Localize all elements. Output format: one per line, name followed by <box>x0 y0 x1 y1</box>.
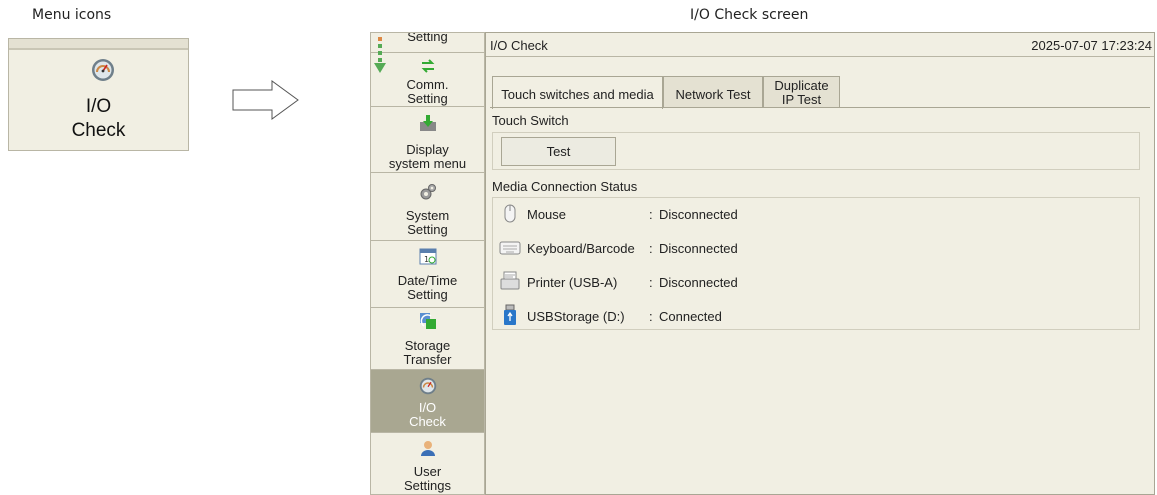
sidebar-item-system-setting[interactable]: System Setting <box>371 173 484 241</box>
transfer-icon <box>420 313 436 329</box>
sidebar-item-display-system-menu[interactable]: Display system menu <box>371 107 484 173</box>
media-colon: : <box>649 275 653 290</box>
media-name: USBStorage (D:) <box>527 309 625 324</box>
calendar-icon: 1 <box>419 248 437 265</box>
sidebar-item-label: Date/Time <box>397 273 458 288</box>
sidebar-item-label: Setting <box>407 91 448 106</box>
tab-label: IP Test <box>781 92 822 107</box>
tab-network-test[interactable]: Network Test <box>663 76 763 107</box>
sidebar-item-label: System <box>405 208 450 223</box>
gauge-icon <box>419 377 437 395</box>
media-status: Connected <box>659 309 722 324</box>
media-colon: : <box>649 309 653 324</box>
media-colon: : <box>649 241 653 256</box>
media-status: Disconnected <box>659 241 738 256</box>
window-title-bar: I/O Check 2025-07-07 17:23:24 <box>486 33 1154 57</box>
sidebar-menu: Setting Comm. Setting Display system men… <box>370 32 485 495</box>
sidebar-item-label: Storage <box>404 338 451 353</box>
media-status: Disconnected <box>659 207 738 222</box>
menu-icon-label-line2: Check <box>71 120 126 141</box>
sidebar-item-comm-setting[interactable]: Comm. Setting <box>371 53 484 107</box>
sidebar-item-label: User <box>413 464 442 479</box>
sidebar-item-label: Comm. <box>406 77 449 92</box>
media-row-mouse: Mouse : Disconnected <box>499 202 799 226</box>
menu-icon-top-strip <box>9 39 188 50</box>
sidebar-item-label: system menu <box>388 156 467 171</box>
caption-io-check-screen: I/O Check screen <box>690 7 809 23</box>
sidebar-item-label: Setting <box>407 222 448 237</box>
download-icon <box>420 115 436 131</box>
io-check-window: I/O Check 2025-07-07 17:23:24 Touch swit… <box>485 32 1155 495</box>
media-name: Mouse <box>527 207 567 222</box>
media-row-keyboard-barcode: Keyboard/Barcode : Disconnected <box>499 236 799 260</box>
test-button[interactable]: Test <box>501 137 616 166</box>
menu-icon-label-line1: I/O <box>85 96 112 117</box>
tab-panel-touch-switches-and-media: Touch Switch Test Media Connection Statu… <box>490 107 1150 491</box>
keyboard-icon <box>499 241 521 255</box>
gauge-icon <box>92 59 114 81</box>
sidebar-item-label: Setting <box>407 287 448 302</box>
right-arrow-icon <box>232 80 299 120</box>
sidebar-item-storage-transfer[interactable]: Storage Transfer <box>371 308 484 370</box>
caption-menu-icons: Menu icons <box>32 7 112 23</box>
sidebar-item-label: I/O <box>418 400 437 415</box>
tab-touch-switches-and-media[interactable]: Touch switches and media <box>492 76 663 109</box>
sidebar-item-user-settings[interactable]: User Settings <box>371 433 484 494</box>
touch-switch-box: Test <box>492 132 1140 170</box>
sidebar-item-date-time-setting[interactable]: 1 Date/Time Setting <box>371 241 484 308</box>
tab-label: Touch switches and media <box>501 87 654 102</box>
touch-switch-section-title: Touch Switch <box>492 113 569 128</box>
tab-label: Network Test <box>675 87 751 102</box>
window-title: I/O Check <box>490 38 548 53</box>
sidebar-item-setting[interactable]: Setting <box>371 33 484 53</box>
media-status-box: Mouse : Disconnected Keyboard/Barcode : … <box>492 197 1140 330</box>
comm-icon <box>421 59 435 73</box>
media-row-usb-storage: USBStorage (D:) : Connected <box>499 304 799 328</box>
media-status: Disconnected <box>659 275 738 290</box>
sidebar-item-io-check[interactable]: I/O Check <box>371 370 484 433</box>
media-row-printer: Printer (USB-A) : Disconnected <box>499 270 799 294</box>
menu-icon-sample[interactable]: I/O Check <box>8 38 189 151</box>
media-name: Keyboard/Barcode <box>527 241 635 256</box>
printer-icon <box>500 271 520 290</box>
media-name: Printer (USB-A) <box>527 275 618 290</box>
sidebar-item-label: Check <box>409 414 446 429</box>
tab-label: Duplicate <box>774 78 829 93</box>
tab-duplicate-ip-test[interactable]: Duplicate IP Test <box>763 76 840 107</box>
mouse-icon <box>504 204 516 223</box>
sidebar-item-label: Display <box>406 142 449 157</box>
media-section-title: Media Connection Status <box>492 179 638 194</box>
sidebar-item-label: Settings <box>404 478 451 493</box>
usb-storage-icon <box>504 304 516 325</box>
sidebar-item-label: Setting <box>407 32 448 44</box>
media-colon: : <box>649 207 653 222</box>
svg-text:1: 1 <box>424 255 429 264</box>
sidebar-item-label: Transfer <box>403 352 452 367</box>
date-time-display: 2025-07-07 17:23:24 <box>1031 38 1152 53</box>
gears-icon <box>420 184 436 200</box>
user-icon <box>421 441 435 456</box>
